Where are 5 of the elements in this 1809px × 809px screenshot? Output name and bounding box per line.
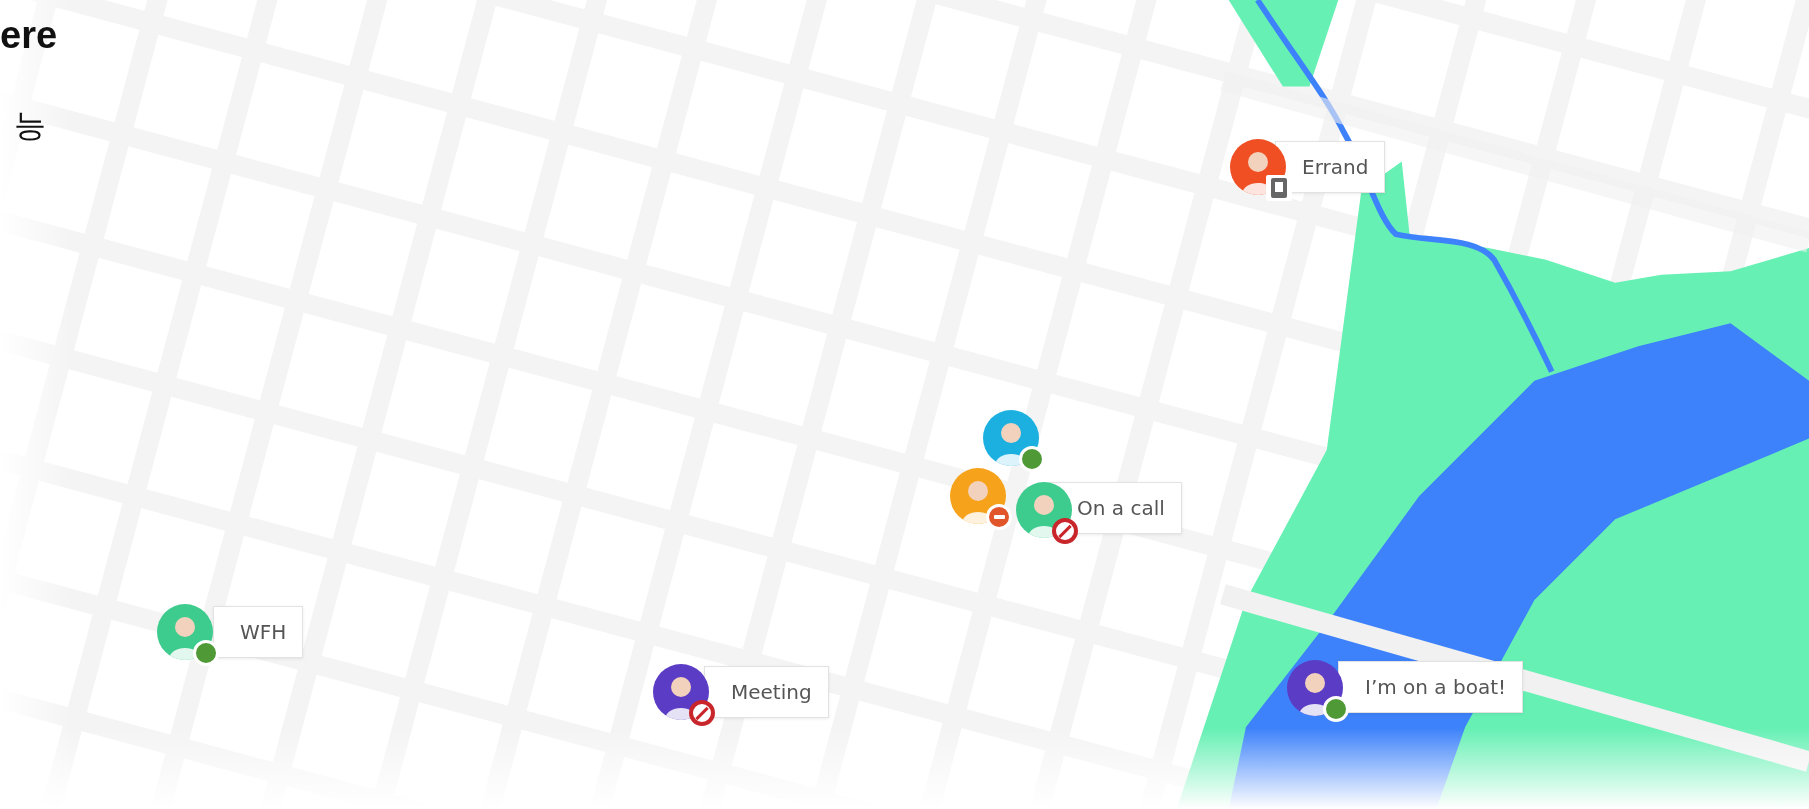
heading: ere: [0, 14, 58, 57]
status-label: WFH: [213, 606, 304, 658]
status-label: I’m on a boat!: [1338, 661, 1524, 713]
subheading: 능: [14, 105, 46, 146]
phone-icon: [1266, 175, 1292, 201]
